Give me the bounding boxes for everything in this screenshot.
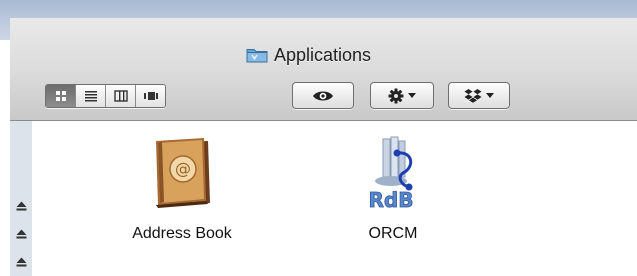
chevron-down-icon: [486, 93, 494, 98]
finder-window: Applications @ Address Book RdB ORCM: [10, 18, 637, 276]
eject-icon[interactable]: [16, 201, 27, 211]
list-view-button[interactable]: [76, 85, 106, 107]
toolbar: Applications: [10, 18, 637, 121]
action-menu-button[interactable]: [370, 82, 434, 109]
column-view-button[interactable]: [106, 85, 136, 107]
dropbox-icon: [464, 88, 482, 103]
sidebar: [10, 121, 32, 276]
svg-text:@: @: [175, 159, 191, 178]
folder-icon: [246, 49, 268, 63]
title-bar: Applications: [10, 44, 637, 66]
address-book-icon: @: [156, 138, 210, 208]
rdb-app-icon: RdB: [368, 136, 414, 212]
chevron-down-icon: [408, 93, 416, 98]
eject-icon[interactable]: [16, 257, 27, 267]
icon-view-button[interactable]: [46, 85, 76, 107]
gear-icon: [388, 88, 404, 103]
cover-flow-view-button[interactable]: [136, 85, 165, 107]
file-item-orcm[interactable]: RdB ORCM: [323, 133, 463, 243]
svg-text:RdB: RdB: [369, 188, 414, 212]
file-item-address-book[interactable]: @ Address Book: [112, 133, 252, 243]
file-label: ORCM: [368, 225, 418, 242]
view-mode-switcher: [45, 84, 166, 108]
file-label: Address Book: [132, 225, 232, 242]
eye-icon: [313, 91, 333, 100]
quick-look-button[interactable]: [292, 82, 354, 109]
file-browser-content: @ Address Book RdB ORCM: [32, 121, 637, 276]
list-view-icon: [84, 91, 97, 102]
cover-flow-view-icon: [143, 92, 158, 100]
column-view-icon: [113, 90, 128, 102]
icon-view-icon: [55, 91, 66, 101]
dropbox-menu-button[interactable]: [448, 82, 510, 109]
window-title: Applications: [273, 44, 372, 65]
eject-icon[interactable]: [16, 229, 27, 239]
